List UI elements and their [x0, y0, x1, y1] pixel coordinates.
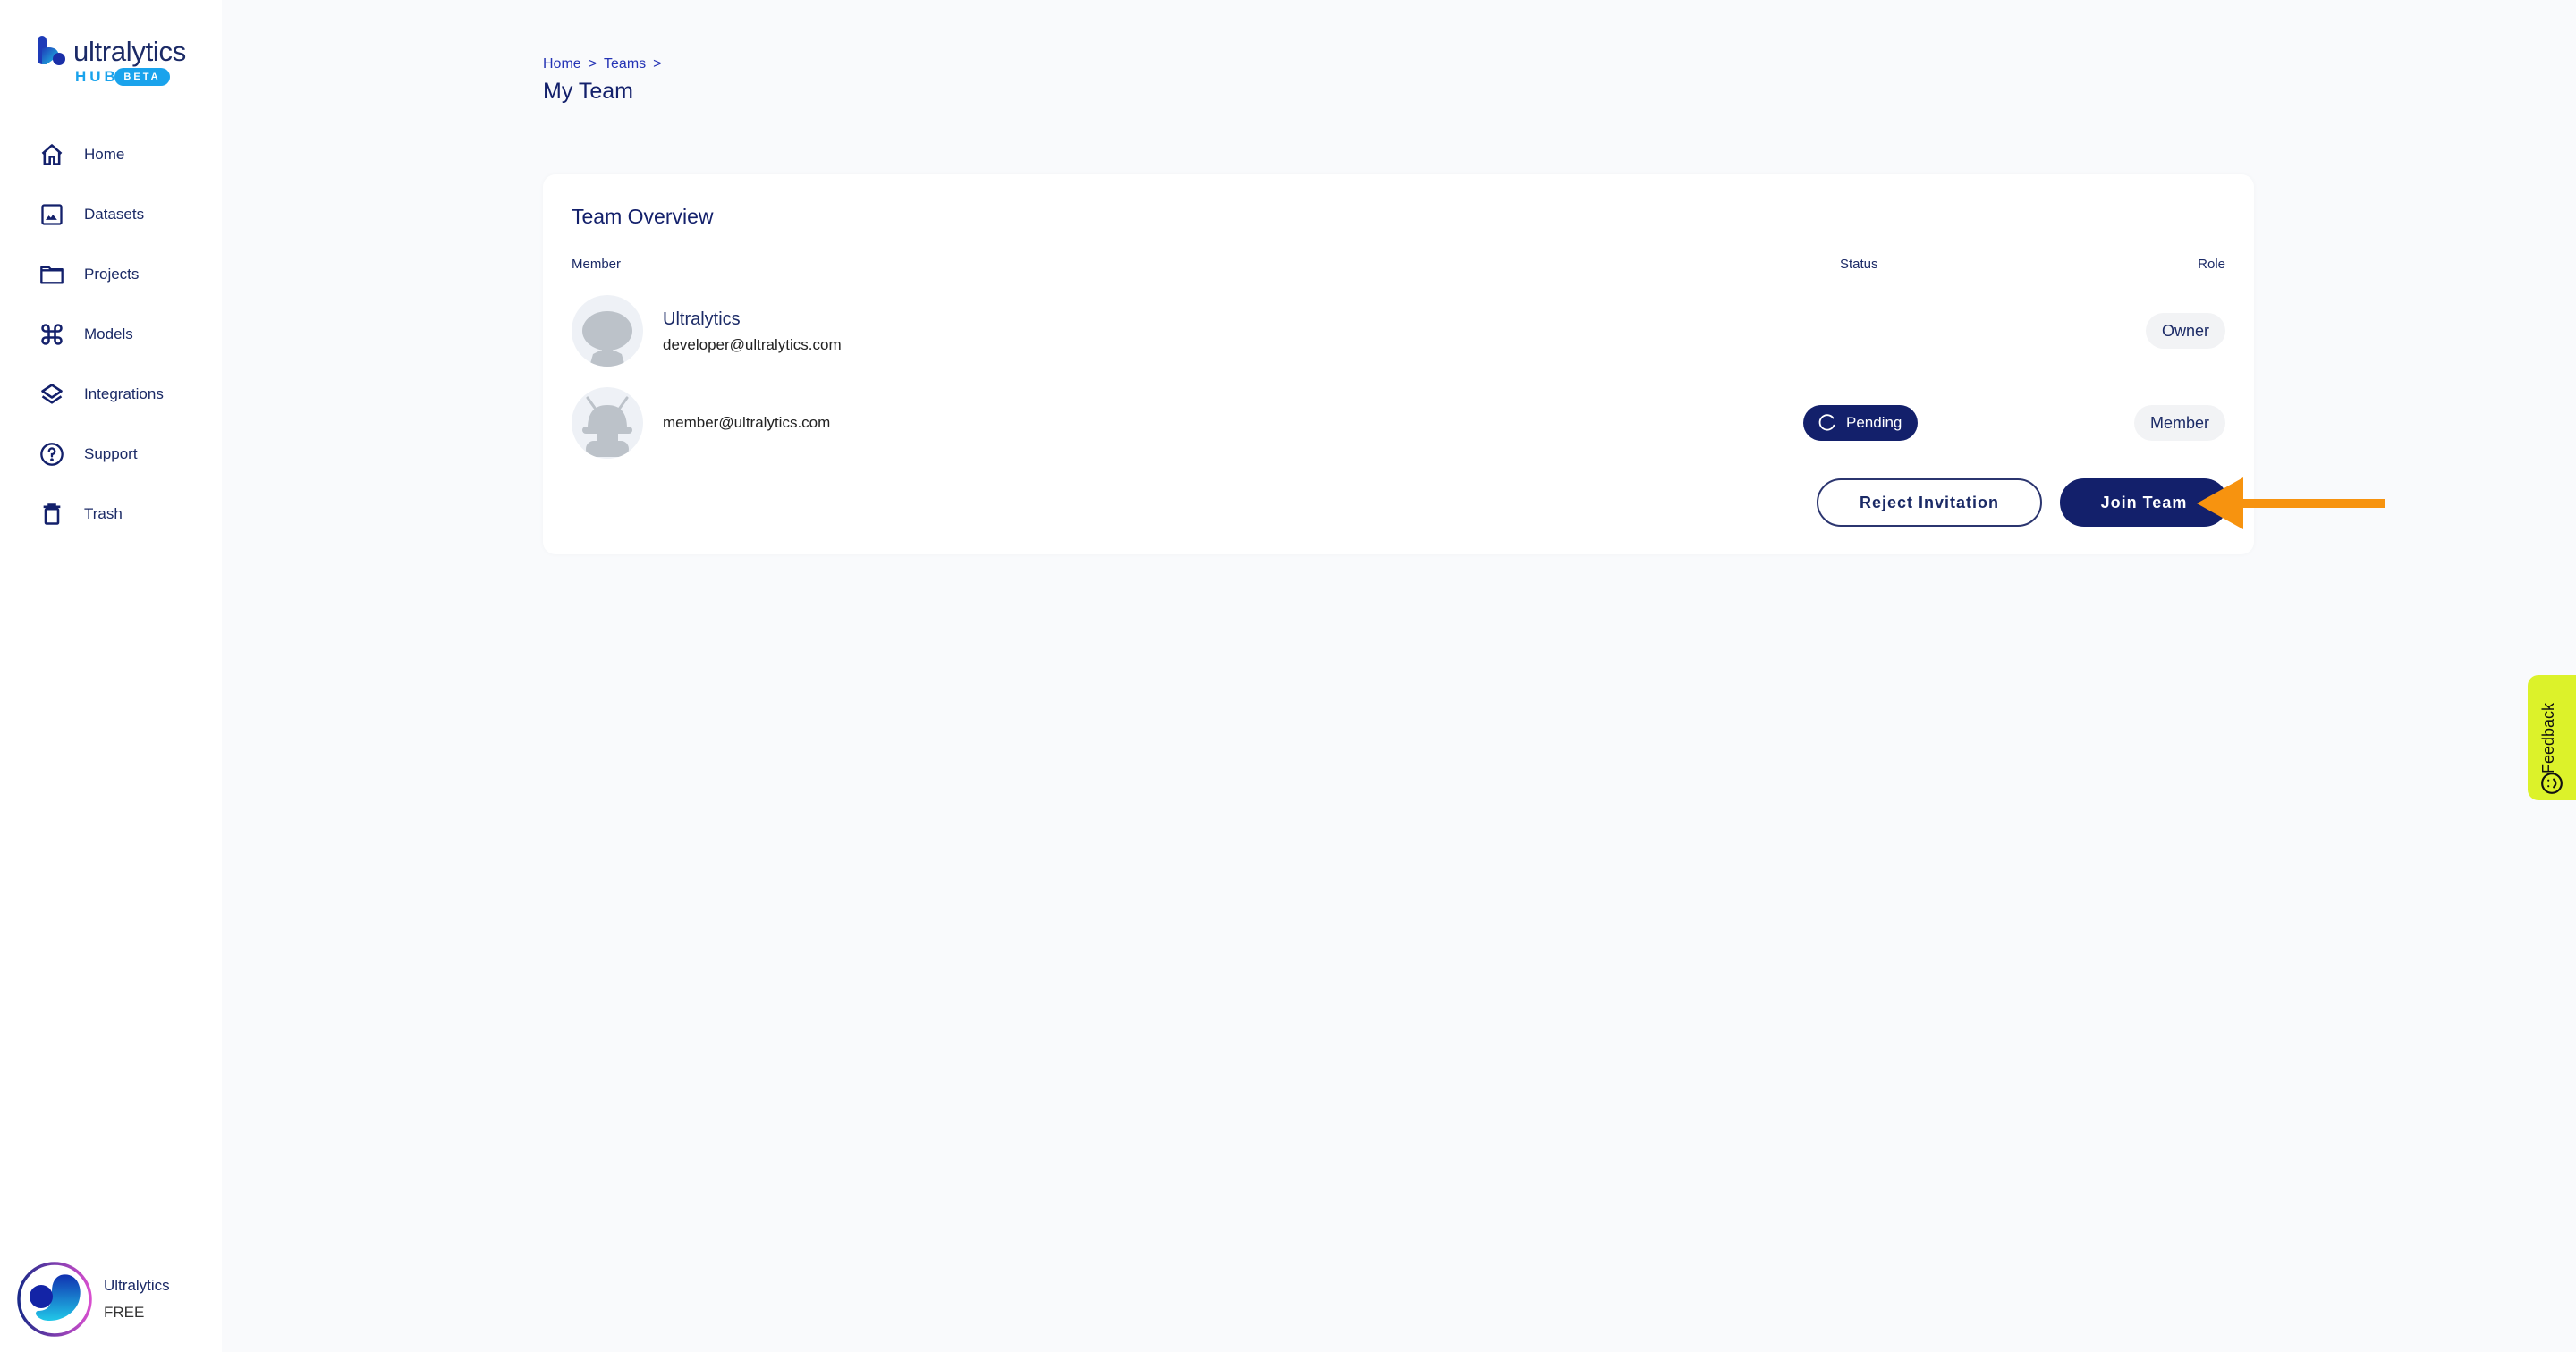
- logo-wordmark: ultralytics: [73, 36, 186, 67]
- breadcrumb-teams[interactable]: Teams: [604, 56, 646, 72]
- logo-hub: HUB: [75, 68, 119, 85]
- member-name: Ultralytics: [663, 309, 741, 329]
- ultralytics-logo-icon: [38, 36, 65, 65]
- join-team-button[interactable]: Join Team: [2060, 478, 2228, 527]
- sidebar-item-label: Trash: [84, 505, 123, 522]
- breadcrumb: Home > Teams >: [543, 56, 662, 72]
- trash-icon: [39, 502, 64, 527]
- member-email: developer@ultralytics.com: [663, 336, 842, 353]
- robot-avatar-icon: [582, 396, 632, 457]
- robot-avatar-icon: [582, 311, 632, 367]
- feedback-label: Feedback: [2539, 702, 2557, 773]
- sidebar-item-integrations[interactable]: Integrations: [39, 376, 209, 412]
- sidebar-item-trash[interactable]: Trash: [39, 496, 209, 532]
- sidebar: ultralytics HUB BETA Home Datasets Proje…: [0, 0, 222, 1352]
- home-icon: [39, 142, 64, 167]
- member-avatar: [572, 387, 643, 459]
- role-badge: Member: [2133, 405, 2225, 441]
- beta-badge: BETA: [114, 68, 170, 86]
- ultralytics-hub-logo[interactable]: ultralytics HUB BETA: [36, 34, 197, 88]
- feedback-tab[interactable]: Feedback: [2528, 675, 2576, 800]
- member-row: member@ultralytics.com Pending Member: [572, 387, 2225, 459]
- account-menu[interactable]: Ultralytics FREE: [16, 1261, 213, 1338]
- sidebar-item-label: Support: [84, 445, 138, 462]
- sidebar-item-support[interactable]: Support: [39, 436, 209, 472]
- sidebar-item-datasets[interactable]: Datasets: [39, 197, 209, 232]
- team-overview-card: Team Overview Member Status Role Ultraly…: [543, 174, 2254, 554]
- sidebar-item-label: Models: [84, 325, 133, 342]
- status-label: Pending: [1846, 414, 1902, 431]
- member-row: Ultralytics developer@ultralytics.com Ow…: [572, 295, 2225, 367]
- member-avatar: [572, 295, 643, 367]
- spinner-icon: [1818, 414, 1835, 431]
- breadcrumb-home[interactable]: Home: [543, 56, 581, 72]
- command-icon: [39, 322, 64, 347]
- status-badge-pending: Pending: [1803, 405, 1918, 441]
- page-title: My Team: [543, 79, 633, 104]
- breadcrumb-separator: >: [653, 56, 662, 72]
- card-title: Team Overview: [572, 205, 714, 228]
- smiley-icon: [2541, 773, 2563, 794]
- role-badge: Owner: [2145, 313, 2225, 349]
- layers-icon: [39, 382, 64, 407]
- sidebar-item-label: Projects: [84, 266, 140, 283]
- help-circle-icon: [39, 442, 64, 467]
- column-header-role: Role: [2198, 257, 2225, 272]
- sidebar-item-label: Datasets: [84, 206, 145, 223]
- member-email: member@ultralytics.com: [663, 414, 831, 431]
- account-plan: FREE: [104, 1304, 145, 1321]
- account-name: Ultralytics: [104, 1277, 170, 1294]
- folder-icon: [39, 262, 64, 287]
- account-avatar: [17, 1262, 92, 1337]
- column-header-member: Member: [572, 257, 622, 272]
- sidebar-item-projects[interactable]: Projects: [39, 257, 209, 292]
- sidebar-item-label: Home: [84, 146, 125, 163]
- column-header-status: Status: [1840, 257, 1878, 272]
- sidebar-item-label: Integrations: [84, 385, 164, 402]
- image-icon: [39, 202, 64, 227]
- breadcrumb-separator: >: [588, 56, 597, 72]
- sidebar-item-models[interactable]: Models: [39, 317, 209, 352]
- sidebar-item-home[interactable]: Home: [39, 137, 209, 173]
- reject-invitation-button[interactable]: Reject Invitation: [1817, 478, 2042, 527]
